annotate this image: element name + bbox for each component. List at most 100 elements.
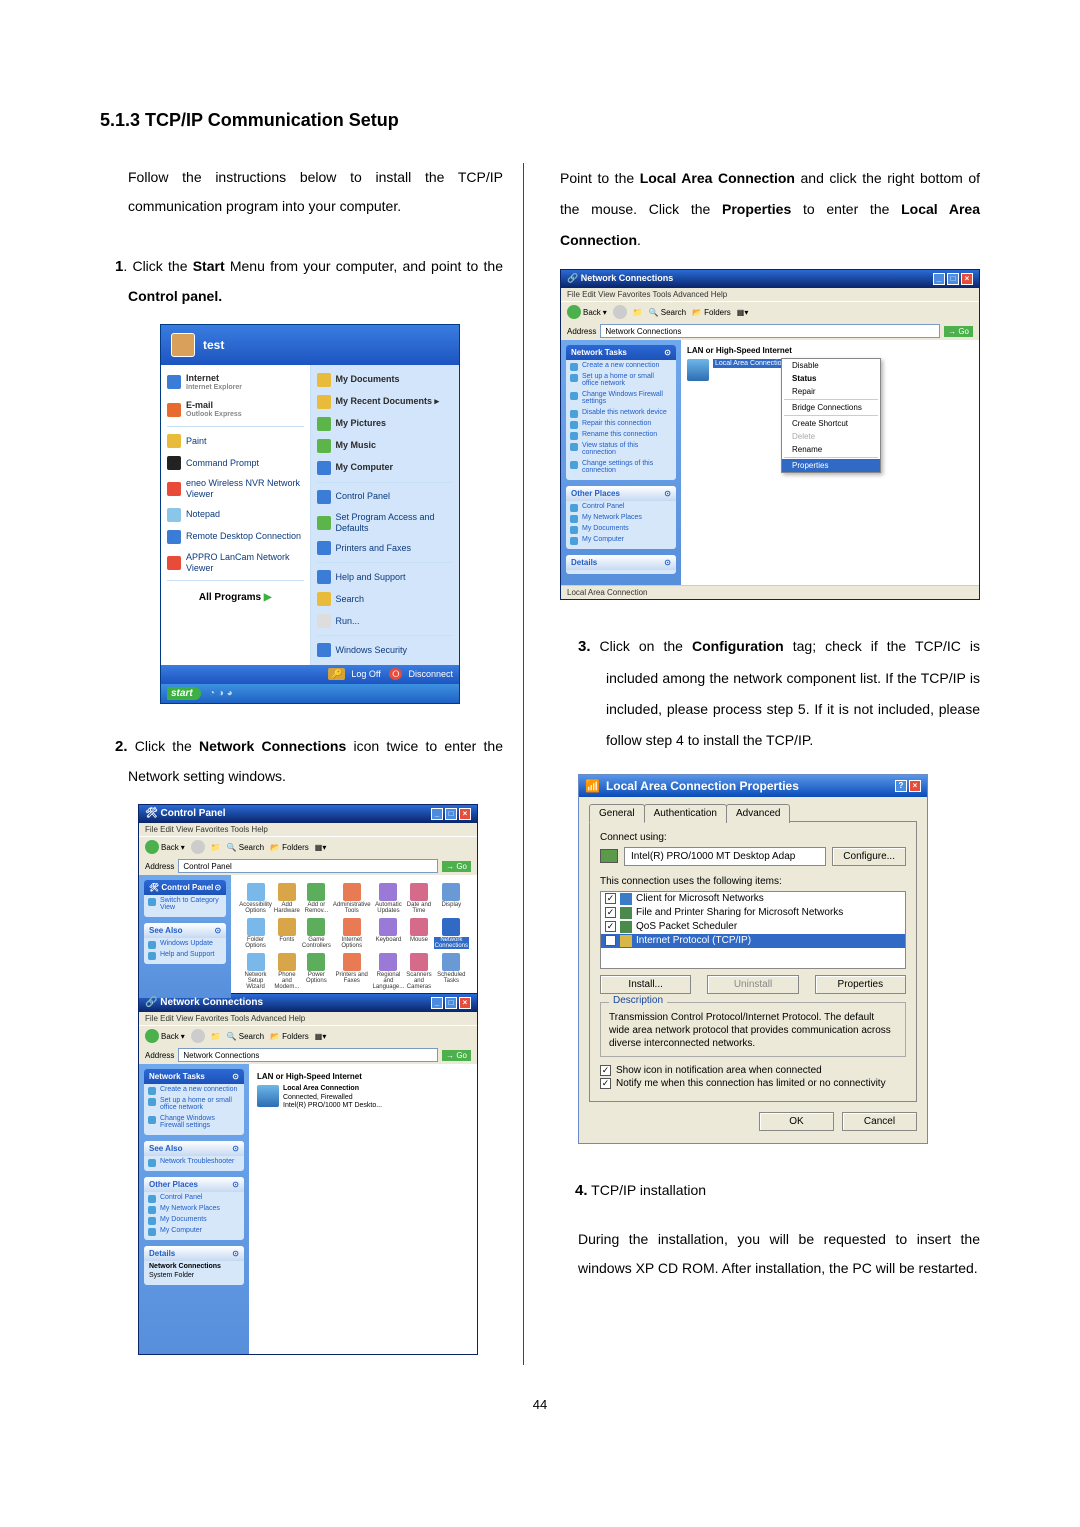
- start-item[interactable]: Printers and Faxes: [311, 537, 460, 559]
- search-button[interactable]: 🔍Search: [227, 843, 264, 852]
- checkbox-icon[interactable]: ✓: [605, 907, 616, 918]
- side-panel-header[interactable]: Other Places⊙: [566, 486, 676, 501]
- side-panel-header[interactable]: Network Tasks⊙: [144, 1069, 244, 1084]
- minimize-icon[interactable]: _: [431, 997, 443, 1009]
- side-link[interactable]: Change Windows Firewall settings: [566, 389, 676, 407]
- side-link[interactable]: Switch to Category View: [144, 895, 226, 913]
- ctx-rename[interactable]: Rename: [782, 443, 880, 456]
- minimize-icon[interactable]: _: [933, 273, 945, 285]
- tab-general[interactable]: General: [589, 804, 645, 823]
- side-link[interactable]: Windows Update: [144, 938, 226, 949]
- cp-icon-item[interactable]: Phone and Modem...: [274, 953, 300, 990]
- cp-icon-item[interactable]: Power Options: [302, 953, 331, 990]
- all-programs-button[interactable]: All Programs ▶: [161, 584, 310, 611]
- side-link[interactable]: Control Panel: [144, 1192, 244, 1203]
- back-button[interactable]: Back ▾: [145, 840, 185, 854]
- close-icon[interactable]: ×: [961, 273, 973, 285]
- ctx-properties[interactable]: Properties: [782, 459, 880, 472]
- views-button[interactable]: ▦▾: [315, 843, 327, 852]
- cp-icon-item[interactable]: Network Setup Wizard: [239, 953, 272, 990]
- go-button[interactable]: → Go: [944, 326, 973, 337]
- menu-bar[interactable]: File Edit View Favorites Tools Advanced …: [561, 288, 979, 301]
- checkbox-icon[interactable]: ✓: [600, 1078, 611, 1089]
- cp-icon-item[interactable]: Administrative Tools: [333, 883, 371, 914]
- cancel-button[interactable]: Cancel: [842, 1112, 917, 1131]
- side-panel-header[interactable]: Other Places⊙: [144, 1177, 244, 1192]
- cp-icon-item[interactable]: Date and Time: [406, 883, 431, 914]
- ctx-bridge[interactable]: Bridge Connections: [782, 401, 880, 414]
- forward-button[interactable]: [191, 840, 205, 854]
- menu-bar[interactable]: File Edit View Favorites Tools Advanced …: [139, 1012, 477, 1025]
- side-link[interactable]: Control Panel: [566, 501, 676, 512]
- close-icon[interactable]: ×: [459, 808, 471, 820]
- maximize-icon[interactable]: □: [445, 808, 457, 820]
- cp-icon-item[interactable]: Mouse: [406, 918, 431, 949]
- start-item[interactable]: Command Prompt: [161, 452, 310, 474]
- side-link[interactable]: My Network Places: [144, 1203, 244, 1214]
- cp-icon-item[interactable]: Keyboard: [373, 918, 405, 949]
- start-item[interactable]: APPRO LanCam Network Viewer: [161, 548, 310, 578]
- cp-icon-item[interactable]: Game Controllers: [302, 918, 331, 949]
- cp-icon-item[interactable]: Accessibility Options: [239, 883, 272, 914]
- checkbox-icon[interactable]: ✓: [605, 893, 616, 904]
- cp-icon-item[interactable]: Scheduled Tasks: [434, 953, 469, 990]
- side-link[interactable]: Help and Support: [144, 949, 226, 960]
- start-item-controlpanel[interactable]: Control Panel: [311, 486, 460, 508]
- side-link[interactable]: Repair this connection: [566, 418, 676, 429]
- side-link[interactable]: Disable this network device: [566, 407, 676, 418]
- start-item-mycomputer[interactable]: My Computer: [311, 457, 460, 479]
- start-item[interactable]: eneo Wireless NVR Network Viewer: [161, 474, 310, 504]
- address-input[interactable]: [178, 859, 438, 873]
- side-link[interactable]: My Documents: [566, 523, 676, 534]
- cp-icon-item[interactable]: Network Connections: [434, 918, 469, 949]
- side-panel-header[interactable]: 🛠 Control Panel⊙: [144, 880, 226, 895]
- side-link[interactable]: Create a new connection: [144, 1084, 244, 1095]
- cp-icon-item[interactable]: Folder Options: [239, 918, 272, 949]
- close-icon[interactable]: ×: [909, 780, 921, 792]
- go-button[interactable]: → Go: [442, 861, 471, 872]
- start-item[interactable]: Paint: [161, 430, 310, 452]
- side-link[interactable]: Set up a home or small office network: [566, 371, 676, 389]
- start-button[interactable]: start: [167, 687, 201, 700]
- checkbox-icon[interactable]: ✓: [600, 1065, 611, 1076]
- menu-bar[interactable]: File Edit View Favorites Tools Help: [139, 823, 477, 836]
- side-panel-header[interactable]: Details⊙: [144, 1246, 244, 1261]
- close-icon[interactable]: ×: [459, 997, 471, 1009]
- go-button[interactable]: → Go: [442, 1050, 471, 1061]
- maximize-icon[interactable]: □: [947, 273, 959, 285]
- lan-connection-item[interactable]: Local Area Connection Connected, Firewal…: [257, 1085, 469, 1110]
- maximize-icon[interactable]: □: [445, 997, 457, 1009]
- tab-advanced[interactable]: Advanced: [726, 804, 790, 823]
- side-panel-header[interactable]: Details⊙: [566, 555, 676, 570]
- cp-icon-item[interactable]: Display: [434, 883, 469, 914]
- checkbox-icon[interactable]: ✓: [605, 921, 616, 932]
- ctx-disable[interactable]: Disable: [782, 359, 880, 372]
- configure-button[interactable]: Configure...: [832, 847, 906, 866]
- cp-icon-item[interactable]: Internet Options: [333, 918, 371, 949]
- cp-icon-item[interactable]: Add or Remov...: [302, 883, 331, 914]
- address-input[interactable]: [178, 1048, 438, 1062]
- properties-button[interactable]: Properties: [815, 975, 906, 994]
- tab-authentication[interactable]: Authentication: [644, 804, 727, 823]
- cp-icon-item[interactable]: Fonts: [274, 918, 300, 949]
- components-list[interactable]: ✓Client for Microsoft Networks ✓File and…: [600, 891, 906, 969]
- install-button[interactable]: Install...: [600, 975, 691, 994]
- start-item[interactable]: Search: [311, 588, 460, 610]
- side-link[interactable]: Network Troubleshooter: [144, 1156, 244, 1167]
- start-item[interactable]: Help and Support: [311, 566, 460, 588]
- cp-icon-item[interactable]: Add Hardware: [274, 883, 300, 914]
- start-item-mydocs[interactable]: My Documents: [311, 369, 460, 391]
- side-link[interactable]: My Computer: [566, 534, 676, 545]
- address-input[interactable]: [600, 324, 940, 338]
- forward-button[interactable]: [191, 1029, 205, 1043]
- start-item[interactable]: Notepad: [161, 504, 310, 526]
- cp-icon-item[interactable]: Printers and Faxes: [333, 953, 371, 990]
- side-link[interactable]: Rename this connection: [566, 429, 676, 440]
- up-button[interactable]: 📁: [211, 843, 221, 852]
- start-item-recent[interactable]: My Recent Documents ▸: [311, 391, 460, 413]
- cp-icon-item[interactable]: Automatic Updates: [373, 883, 405, 914]
- start-item-pictures[interactable]: My Pictures: [311, 413, 460, 435]
- side-panel-header[interactable]: See Also⊙: [144, 923, 226, 938]
- side-link[interactable]: View status of this connection: [566, 440, 676, 458]
- start-item-email[interactable]: E-mailOutlook Express: [161, 396, 310, 423]
